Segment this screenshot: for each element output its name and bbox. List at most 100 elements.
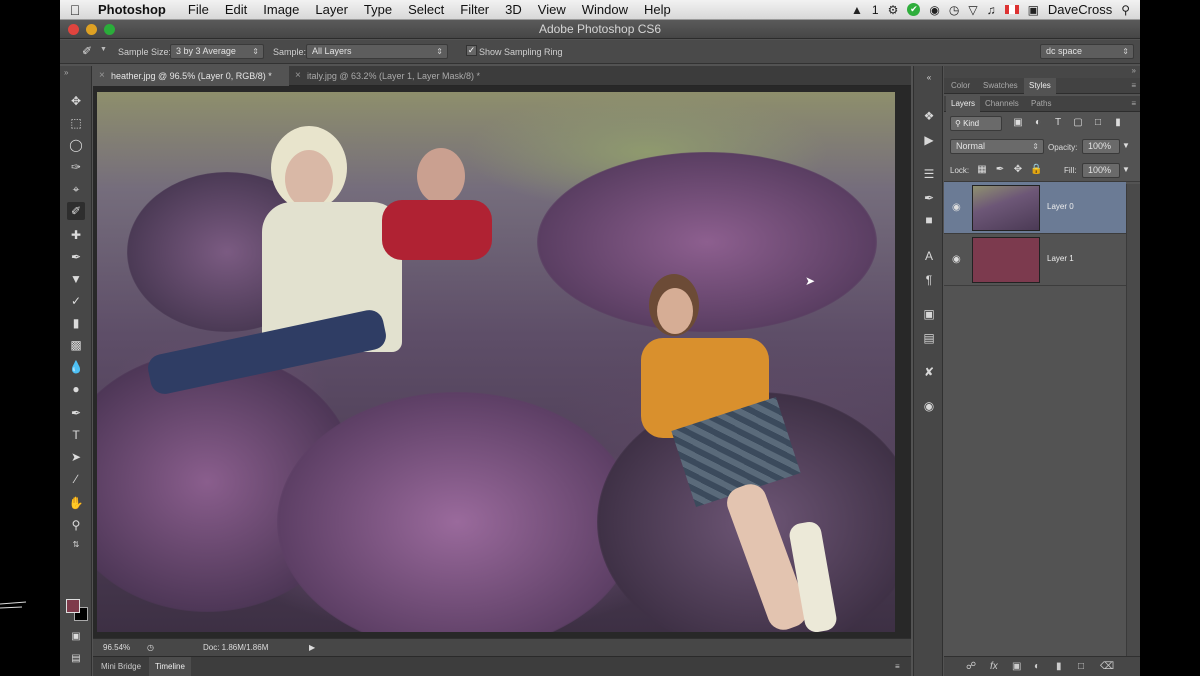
evernote-icon[interactable]: ✔ bbox=[907, 3, 921, 16]
tab-paths[interactable]: Paths bbox=[1026, 96, 1056, 112]
clone-source-icon[interactable]: ■ bbox=[921, 212, 937, 228]
collapse-icon[interactable]: « bbox=[921, 70, 937, 86]
tools-preset-icon[interactable]: ✘ bbox=[921, 364, 937, 380]
workspace-dropdown[interactable]: dc space ⇕ bbox=[1040, 44, 1134, 59]
notes-icon[interactable]: ▤ bbox=[921, 330, 937, 346]
healing-brush-tool-icon[interactable]: ✚ bbox=[67, 226, 85, 244]
lasso-tool-icon[interactable]: ◯ bbox=[67, 136, 85, 154]
crop-tool-icon[interactable]: ⌖ bbox=[67, 180, 85, 198]
adjustments-icon[interactable]: ☰ bbox=[921, 166, 937, 182]
quick-mask-icon[interactable]: ▣ bbox=[67, 628, 85, 646]
wifi-icon[interactable]: ▽ bbox=[968, 3, 977, 17]
brush-presets-icon[interactable]: ✒ bbox=[921, 190, 937, 206]
shape-filter-icon[interactable]: ▢ bbox=[1072, 117, 1084, 129]
tab-channels[interactable]: Channels bbox=[980, 96, 1024, 112]
menu-image[interactable]: Image bbox=[255, 2, 307, 17]
quick-selection-tool-icon[interactable]: ✑ bbox=[67, 158, 85, 176]
actions-play-icon[interactable]: ▶ bbox=[921, 132, 937, 148]
smart-object-filter-icon[interactable]: □ bbox=[1092, 117, 1104, 129]
folder-icon[interactable]: ▮ bbox=[1056, 661, 1062, 672]
close-window-button[interactable] bbox=[68, 24, 79, 35]
pen-tool-icon[interactable]: ✒ bbox=[67, 404, 85, 422]
type-filter-icon[interactable]: T bbox=[1052, 117, 1064, 129]
photo-canvas[interactable]: ➤ bbox=[97, 92, 895, 632]
gradient-tool-icon[interactable]: ▩ bbox=[67, 336, 85, 354]
hand-tool-icon[interactable]: ✋ bbox=[67, 494, 85, 512]
eye-icon[interactable]: ◉ bbox=[952, 254, 961, 265]
move-tool-icon[interactable]: ✥ bbox=[67, 92, 85, 110]
menu-file[interactable]: File bbox=[180, 2, 217, 17]
gear-icon[interactable]: ⚙ bbox=[888, 3, 899, 17]
line-tool-icon[interactable]: ∕ bbox=[67, 470, 85, 488]
user-name[interactable]: DaveCross bbox=[1048, 2, 1112, 17]
path-selection-tool-icon[interactable]: ➤ bbox=[67, 448, 85, 466]
brush-tool-icon[interactable]: ✒ bbox=[67, 248, 85, 266]
apple-icon[interactable]:  bbox=[60, 2, 90, 18]
layer-row-layer-1[interactable]: ◉ Layer 1 bbox=[944, 234, 1126, 286]
link-layers-icon[interactable]: ☍ bbox=[966, 661, 976, 672]
fx-icon[interactable]: fx bbox=[990, 661, 998, 672]
chevron-down-icon[interactable]: ▼ bbox=[1122, 165, 1130, 174]
display-icon[interactable]: ▣ bbox=[1028, 3, 1039, 17]
tab-styles[interactable]: Styles bbox=[1024, 78, 1056, 94]
layers-scrollbar[interactable] bbox=[1126, 184, 1140, 656]
kind-filter-dropdown[interactable]: ⚲ Kind bbox=[950, 116, 1002, 131]
history-icon[interactable]: ❖ bbox=[921, 108, 937, 124]
paragraph-icon[interactable]: ¶ bbox=[921, 272, 937, 288]
lock-all-icon[interactable]: 🔒 bbox=[1030, 164, 1042, 176]
history-brush-tool-icon[interactable]: ✓ bbox=[67, 292, 85, 310]
zoom-tool-icon[interactable]: ⚲ bbox=[67, 516, 85, 534]
fill-input[interactable]: 100% bbox=[1082, 163, 1120, 178]
tab-heather[interactable]: × heather.jpg @ 96.5% (Layer 0, RGB/8) * bbox=[93, 66, 289, 86]
add-mask-icon[interactable]: ▣ bbox=[1012, 661, 1021, 672]
tab-timeline[interactable]: Timeline bbox=[149, 657, 191, 676]
adjustment-filter-icon[interactable]: ◐ bbox=[1032, 117, 1044, 129]
sample-size-dropdown[interactable]: 3 by 3 Average ⇕ bbox=[170, 44, 264, 59]
camera-icon[interactable]: ◉ bbox=[929, 3, 939, 17]
pixel-filter-icon[interactable]: ▣ bbox=[1012, 117, 1024, 129]
new-layer-icon[interactable]: □ bbox=[1078, 661, 1084, 672]
chevron-down-icon[interactable]: ▼ bbox=[100, 46, 107, 53]
spotlight-search-icon[interactable]: ⚲ bbox=[1121, 3, 1130, 17]
dodge-tool-icon[interactable]: ● bbox=[67, 380, 85, 398]
menu-help[interactable]: Help bbox=[636, 2, 679, 17]
chevron-down-icon[interactable]: ▼ bbox=[1122, 141, 1130, 150]
volume-icon[interactable]: ♫ bbox=[987, 3, 996, 17]
character-icon[interactable]: A bbox=[921, 248, 937, 264]
type-tool-icon[interactable]: T bbox=[67, 426, 85, 444]
status-menu-arrow-icon[interactable]: ▶ bbox=[309, 643, 315, 652]
opacity-input[interactable]: 100% bbox=[1082, 139, 1120, 154]
info-icon[interactable]: ▣ bbox=[921, 306, 937, 322]
adjustment-layer-icon[interactable]: ◐ bbox=[1034, 661, 1040, 672]
close-tab-icon[interactable]: × bbox=[295, 66, 301, 86]
blend-mode-dropdown[interactable]: Normal ⇕ bbox=[950, 139, 1044, 154]
tab-mini-bridge[interactable]: Mini Bridge bbox=[95, 657, 147, 676]
menu-type[interactable]: Type bbox=[356, 2, 400, 17]
tab-color[interactable]: Color bbox=[946, 78, 975, 94]
layer-name[interactable]: Layer 0 bbox=[1047, 202, 1074, 211]
lock-position-icon[interactable]: ✥ bbox=[1012, 164, 1024, 176]
filter-toggle-icon[interactable]: ▮ bbox=[1112, 117, 1124, 129]
layer-name[interactable]: Layer 1 bbox=[1047, 254, 1074, 263]
foreground-color-swatch[interactable] bbox=[66, 599, 80, 613]
tab-layers[interactable]: Layers bbox=[946, 96, 981, 112]
panel-menu-icon[interactable]: ≡ bbox=[889, 657, 906, 676]
eyedropper-tool-icon[interactable]: ✐ bbox=[67, 202, 85, 220]
input-flag-icon[interactable] bbox=[1004, 5, 1019, 14]
menu-3d[interactable]: 3D bbox=[497, 2, 530, 17]
time-machine-icon[interactable]: ◷ bbox=[949, 3, 959, 17]
status-clock-icon[interactable]: ◷ bbox=[147, 643, 154, 652]
close-tab-icon[interactable]: × bbox=[99, 66, 105, 86]
panel-menu-icon[interactable]: ≡ bbox=[1131, 99, 1136, 108]
menu-edit[interactable]: Edit bbox=[217, 2, 255, 17]
clone-stamp-tool-icon[interactable]: ▼ bbox=[67, 270, 85, 288]
menu-window[interactable]: Window bbox=[574, 2, 636, 17]
collapse-icon[interactable]: » bbox=[1132, 66, 1136, 75]
menu-filter[interactable]: Filter bbox=[452, 2, 497, 17]
minimize-window-button[interactable] bbox=[86, 24, 97, 35]
lock-transparent-icon[interactable]: ▦ bbox=[976, 164, 988, 176]
menu-select[interactable]: Select bbox=[400, 2, 452, 17]
eyedropper-preset-icon[interactable]: ✐ bbox=[82, 44, 92, 58]
marquee-tool-icon[interactable]: ⬚ bbox=[67, 114, 85, 132]
zoom-level[interactable]: 96.54% bbox=[103, 643, 130, 652]
